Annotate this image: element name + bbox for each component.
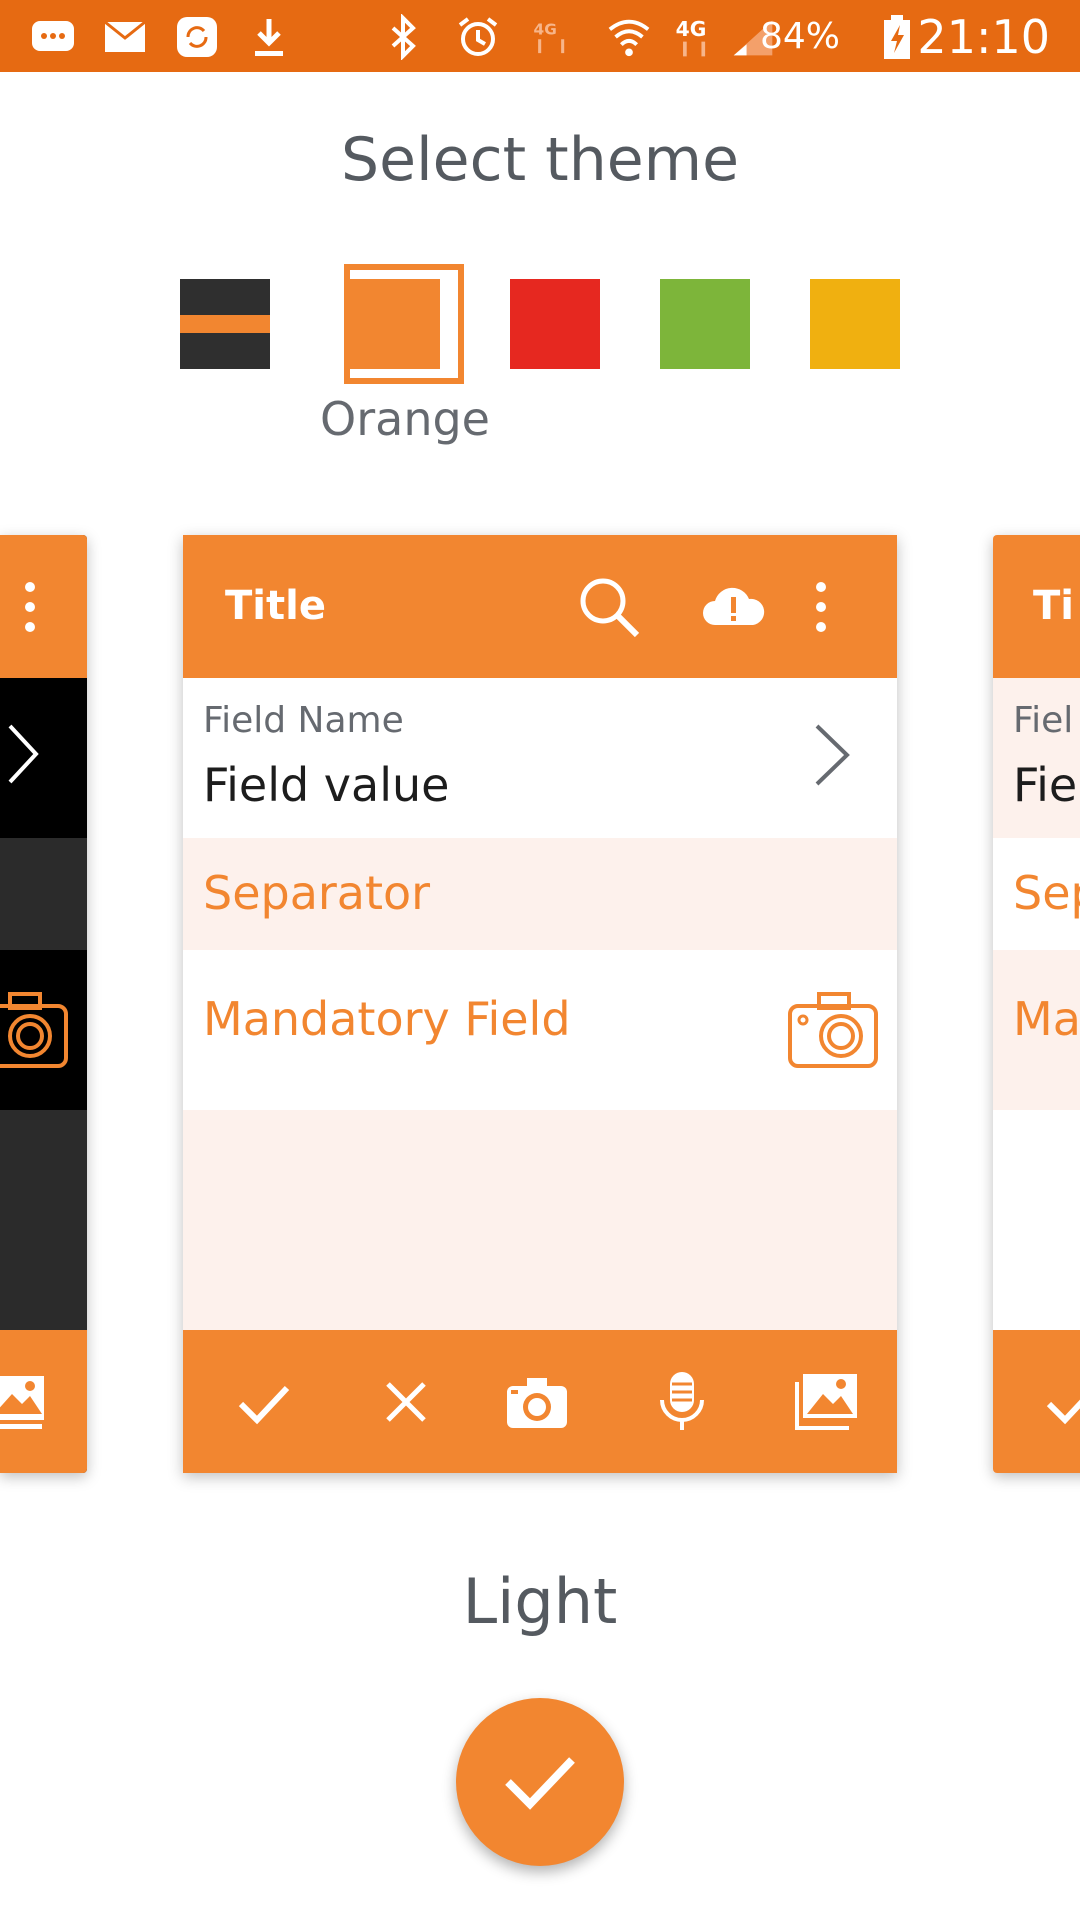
gallery-icon [0, 1376, 44, 1429]
check-icon [1046, 1399, 1080, 1425]
swatch-yellow[interactable] [810, 279, 900, 369]
clock: 21:10 [917, 10, 1050, 64]
preview-header: Title [183, 535, 897, 678]
camera-icon [507, 1378, 567, 1428]
theme-preview-light[interactable]: Title Field Name Field value Separator M… [183, 535, 897, 1473]
chevron-right-icon [8, 724, 39, 784]
preview-header: Ti [993, 535, 1080, 678]
field-name-label: Field Name [203, 700, 404, 741]
preview-footer [993, 1330, 1080, 1473]
preview-footer [0, 1330, 87, 1473]
camera-outline-icon [0, 992, 68, 1068]
cloud-alert-icon [703, 587, 765, 625]
sync-icon [174, 14, 220, 60]
preview-field-row [0, 678, 87, 838]
swatch-orange[interactable] [350, 279, 440, 369]
wifi-icon [606, 14, 652, 60]
selected-color-label: Orange [320, 392, 490, 446]
mandatory-field-label: Mandatory Field [203, 992, 571, 1046]
bluetooth-icon [380, 14, 426, 60]
preview-title: Title [225, 583, 326, 629]
mandatory-field-label: Ma [1013, 992, 1080, 1046]
svg-text:4G: 4G [676, 17, 707, 41]
preview-mandatory-row [0, 950, 87, 1110]
check-icon [505, 1757, 575, 1810]
alarm-icon [455, 14, 501, 60]
swatch-red[interactable] [510, 279, 600, 369]
battery-charging-icon [874, 14, 920, 60]
preview-mandatory-row: Ma [993, 950, 1080, 1110]
check-icon [238, 1385, 290, 1425]
field-name-label: Fiel [1013, 700, 1074, 741]
status-bar: 4G 4G 84% 21:10 [0, 0, 1080, 72]
chevron-right-icon [815, 724, 850, 786]
page-title: Select theme [341, 125, 739, 195]
preview-field-row: Fiel Fie [993, 678, 1080, 838]
preview-mandatory-row: Mandatory Field [183, 950, 897, 1110]
camera-outline-icon [788, 992, 878, 1068]
preview-title: Ti [1033, 583, 1074, 629]
preview-field-row: Field Name Field value [183, 678, 897, 838]
field-value-text: Fie [1013, 758, 1078, 812]
swatch-green[interactable] [660, 279, 750, 369]
more-vert-icon [816, 582, 826, 632]
svg-text:4G: 4G [534, 21, 557, 39]
messages-icon [30, 14, 76, 60]
mail-icon [102, 14, 148, 60]
microphone-icon [660, 1372, 704, 1430]
gallery-icon [795, 1374, 857, 1430]
more-vert-icon [25, 582, 35, 632]
swatch-dark-stripe [180, 315, 270, 333]
preview-header [0, 535, 87, 678]
separator-label: Sep [1013, 866, 1080, 920]
field-value-text: Field value [203, 758, 450, 812]
theme-preview-variant[interactable]: Ti Fiel Fie Sep Ma [993, 535, 1080, 1473]
close-icon [386, 1382, 426, 1422]
preview-separator-row: Separator [183, 838, 897, 950]
preview-footer [183, 1330, 897, 1473]
4g-icon: 4G [672, 14, 718, 60]
4g-data-icon: 4G [532, 14, 578, 60]
download-icon [246, 14, 292, 60]
theme-preview-dark[interactable] [0, 535, 87, 1473]
separator-label: Separator [203, 866, 431, 920]
battery-percent: 84% [759, 16, 840, 57]
theme-variant-label: Light [462, 1565, 618, 1638]
confirm-button[interactable] [456, 1698, 624, 1866]
swatch-dark[interactable] [180, 279, 270, 369]
search-icon [580, 578, 640, 638]
